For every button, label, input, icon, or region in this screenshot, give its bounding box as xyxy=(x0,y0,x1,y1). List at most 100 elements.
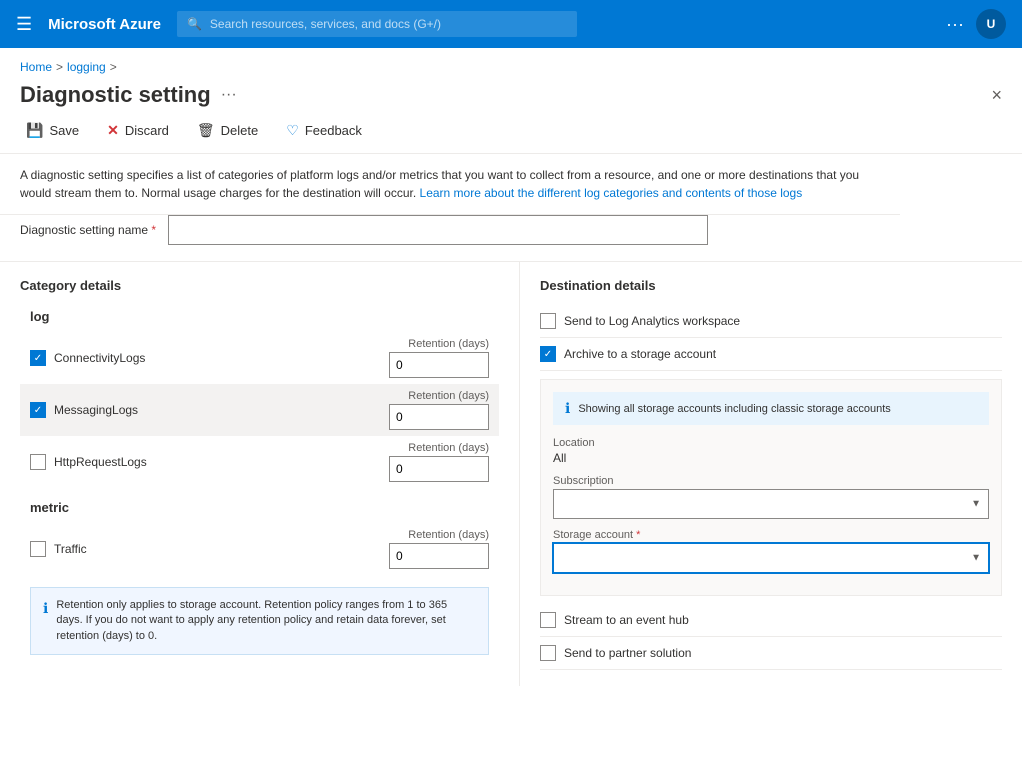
info-icon: ℹ xyxy=(43,599,48,644)
httprequest-retention-input[interactable] xyxy=(389,456,489,482)
connectivity-checkbox[interactable]: ✓ xyxy=(30,350,46,366)
search-icon: 🔍 xyxy=(187,17,202,31)
messaging-logs-row: ✓ MessagingLogs Retention (days) xyxy=(20,384,499,436)
messaging-checkbox[interactable]: ✓ xyxy=(30,402,46,418)
breadcrumb-sep2: > xyxy=(110,60,117,74)
storage-info-text: Showing all storage accounts including c… xyxy=(578,403,890,415)
breadcrumb-home[interactable]: Home xyxy=(20,60,52,74)
left-panel: Category details log ✓ ConnectivityLogs … xyxy=(20,262,520,686)
subscription-select[interactable] xyxy=(553,489,989,519)
delete-button[interactable]: 🗑 Delete xyxy=(191,118,264,143)
save-button[interactable]: 💾 Save xyxy=(20,118,85,143)
storage-info-icon: ℹ xyxy=(565,400,570,417)
breadcrumb: Home > logging > xyxy=(0,48,1022,74)
partner-solution-item: Send to partner solution xyxy=(540,637,1002,670)
search-bar[interactable]: 🔍 xyxy=(177,11,577,37)
close-button[interactable]: × xyxy=(991,85,1002,106)
hamburger-menu[interactable]: ☰ xyxy=(16,14,32,35)
event-hub-checkbox[interactable] xyxy=(540,612,556,628)
messaging-label: MessagingLogs xyxy=(54,403,138,417)
setting-name-label: Diagnostic setting name * xyxy=(20,223,156,237)
feedback-button[interactable]: ♡ Feedback xyxy=(280,118,368,143)
page-header: Diagnostic setting ··· × xyxy=(0,74,1022,108)
storage-info-box: ℹ Showing all storage accounts including… xyxy=(553,392,989,425)
brand-name: Microsoft Azure xyxy=(48,16,161,33)
event-hub-label: Stream to an event hub xyxy=(564,613,689,627)
storage-required-marker: * xyxy=(633,529,640,541)
storage-account-checkbox[interactable]: ✓ xyxy=(540,346,556,362)
log-analytics-checkbox[interactable] xyxy=(540,313,556,329)
main-area: Home > logging > Diagnostic setting ··· … xyxy=(0,48,1022,762)
description-text: A diagnostic setting specifies a list of… xyxy=(0,154,900,215)
retention-info-text: Retention only applies to storage accoun… xyxy=(56,598,476,644)
connectivity-retention-input[interactable] xyxy=(389,352,489,378)
discard-button[interactable]: ✕ Discard xyxy=(101,118,175,143)
delete-icon: 🗑 xyxy=(197,122,215,139)
messaging-retention-input[interactable] xyxy=(389,404,489,430)
connectivity-retention-label: Retention (days) xyxy=(408,338,489,350)
messaging-retention: Retention (days) xyxy=(359,390,489,430)
toolbar: 💾 Save ✕ Discard 🗑 Delete ♡ Feedback xyxy=(0,108,1022,154)
setting-name-input[interactable] xyxy=(168,215,708,245)
traffic-checkbox-container: Traffic xyxy=(30,541,359,557)
top-navigation: ☰ Microsoft Azure 🔍 ··· U xyxy=(0,0,1022,48)
breadcrumb-sep1: > xyxy=(56,60,63,74)
traffic-retention-input[interactable] xyxy=(389,543,489,569)
messaging-retention-label: Retention (days) xyxy=(408,390,489,402)
content-area: Category details log ✓ ConnectivityLogs … xyxy=(0,262,1022,686)
connectivity-retention: Retention (days) xyxy=(359,338,489,378)
storage-account-label: Archive to a storage account xyxy=(564,347,716,361)
more-options[interactable]: ··· xyxy=(946,14,964,35)
httprequest-checkbox-container: HttpRequestLogs xyxy=(30,454,359,470)
required-marker: * xyxy=(148,223,156,237)
location-value: All xyxy=(553,451,989,465)
connectivity-logs-row: ✓ ConnectivityLogs Retention (days) xyxy=(20,332,499,384)
storage-account-select[interactable] xyxy=(553,543,989,573)
partner-solution-checkbox[interactable] xyxy=(540,645,556,661)
page-ellipsis-menu[interactable]: ··· xyxy=(221,86,237,104)
breadcrumb-logging[interactable]: logging xyxy=(67,60,106,74)
feedback-icon: ♡ xyxy=(286,122,299,139)
traffic-row: Traffic Retention (days) xyxy=(20,523,499,575)
httprequest-label: HttpRequestLogs xyxy=(54,455,147,469)
search-input[interactable] xyxy=(210,17,567,31)
storage-account-field: Storage account * ▼ xyxy=(553,529,989,573)
traffic-checkbox[interactable] xyxy=(30,541,46,557)
httprequest-retention: Retention (days) xyxy=(359,442,489,482)
traffic-retention: Retention (days) xyxy=(359,529,489,569)
log-analytics-label: Send to Log Analytics workspace xyxy=(564,314,740,328)
subscription-label: Subscription xyxy=(553,475,989,487)
description-link[interactable]: Learn more about the different log categ… xyxy=(420,186,803,200)
nav-right: ··· U xyxy=(946,9,1006,39)
storage-account-required-label: Storage account * xyxy=(553,529,989,541)
right-panel: Destination details Send to Log Analytic… xyxy=(520,262,1002,686)
discard-icon: ✕ xyxy=(107,122,119,139)
httprequest-logs-row: HttpRequestLogs Retention (days) xyxy=(20,436,499,488)
storage-account-item: ✓ Archive to a storage account xyxy=(540,338,1002,371)
setting-name-row: Diagnostic setting name * xyxy=(0,215,1022,262)
category-details-header: Category details xyxy=(20,278,499,293)
destination-details-header: Destination details xyxy=(540,278,1002,293)
connectivity-checkbox-container: ✓ ConnectivityLogs xyxy=(30,350,359,366)
traffic-retention-label: Retention (days) xyxy=(408,529,489,541)
subscription-select-container: ▼ xyxy=(553,489,989,519)
partner-solution-label: Send to partner solution xyxy=(564,646,691,660)
avatar[interactable]: U xyxy=(976,9,1006,39)
messaging-checkbox-container: ✓ MessagingLogs xyxy=(30,402,359,418)
httprequest-checkbox[interactable] xyxy=(30,454,46,470)
log-analytics-item: Send to Log Analytics workspace xyxy=(540,305,1002,338)
metric-group-label: metric xyxy=(20,488,499,523)
location-field: Location All xyxy=(553,437,989,465)
save-icon: 💾 xyxy=(26,122,43,139)
location-label: Location xyxy=(553,437,989,449)
storage-account-select-container: ▼ xyxy=(553,543,989,573)
feedback-label: Feedback xyxy=(305,123,362,138)
httprequest-retention-label: Retention (days) xyxy=(408,442,489,454)
storage-expanded-section: ℹ Showing all storage accounts including… xyxy=(540,379,1002,596)
log-group-label: log xyxy=(20,305,499,332)
delete-label: Delete xyxy=(221,123,259,138)
save-label: Save xyxy=(49,123,79,138)
page-title: Diagnostic setting xyxy=(20,82,211,108)
traffic-label: Traffic xyxy=(54,542,87,556)
subscription-field: Subscription ▼ xyxy=(553,475,989,519)
